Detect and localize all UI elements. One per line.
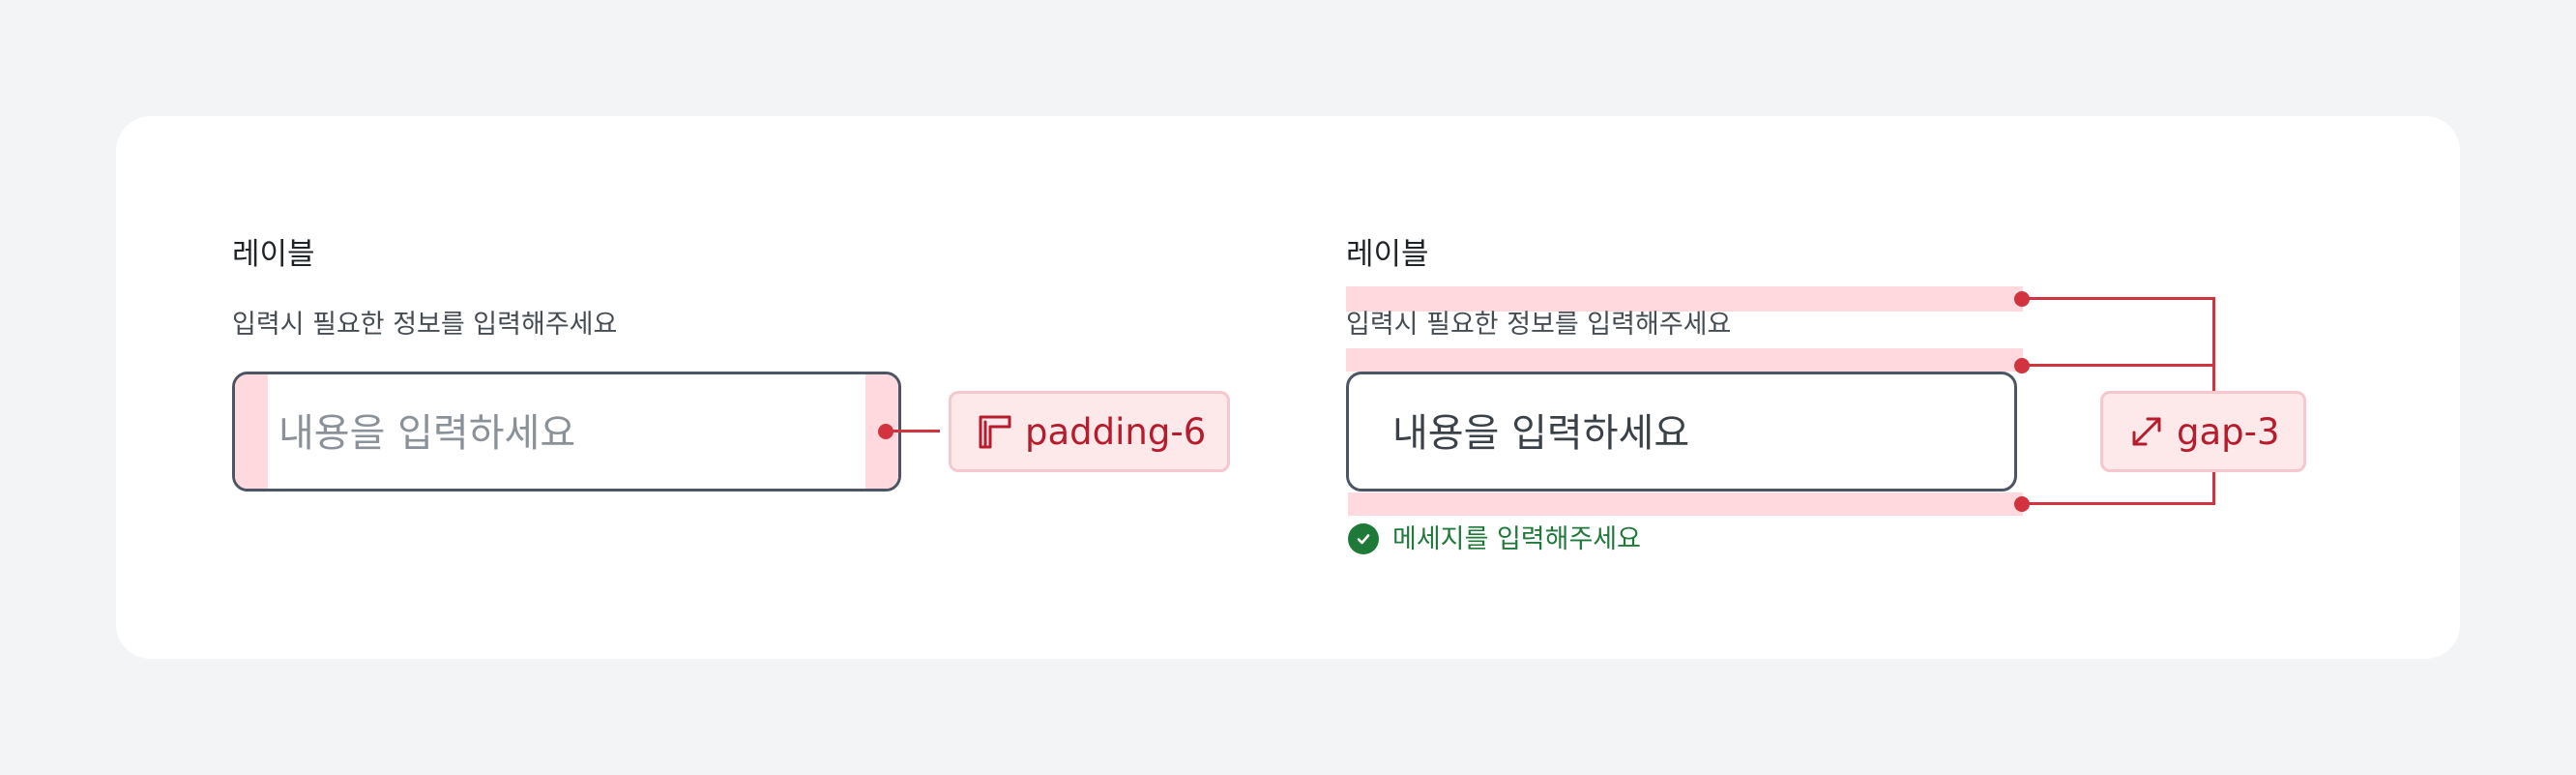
field-help-text: 입력시 필요한 정보를 입력해주세요	[1346, 310, 1732, 340]
gap-highlight-label-help	[1346, 286, 2023, 312]
annotation-connector	[2022, 502, 2215, 505]
gap-annotation-text: gap-3	[2177, 410, 2280, 453]
gap-highlight-input-message	[1348, 492, 2023, 516]
spec-card: 레이블 입력시 필요한 정보를 입력해주세요 내용을 입력하세요 padding…	[116, 116, 2460, 659]
text-input-gap-example[interactable]: 내용을 입력하세요	[1346, 372, 2017, 492]
annotation-connector	[2022, 364, 2215, 367]
padding-annotation-tag: padding-6	[949, 391, 1230, 472]
gap-highlight-help-input	[1346, 348, 2023, 372]
input-placeholder: 내용을 입력하세요	[278, 411, 576, 456]
padding-icon	[977, 413, 1013, 450]
field-message: 메세지를 입력해주세요	[1348, 523, 1641, 554]
padding-annotation-text: padding-6	[1025, 410, 1207, 453]
field-label: 레이블	[1346, 237, 1429, 272]
gap-annotation-tag: gap-3	[2100, 391, 2306, 472]
padding-left-highlight	[235, 374, 268, 489]
annotation-connector	[886, 430, 940, 432]
check-circle-icon	[1348, 523, 1379, 554]
expand-arrows-icon	[2128, 413, 2165, 450]
message-text: 메세지를 입력해주세요	[1392, 523, 1641, 554]
field-label: 레이블	[232, 237, 315, 272]
text-input-padding-example[interactable]: 내용을 입력하세요	[232, 372, 901, 492]
field-help-text: 입력시 필요한 정보를 입력해주세요	[232, 310, 618, 340]
input-value: 내용을 입력하세요	[1392, 411, 1690, 456]
annotation-connector	[2022, 297, 2215, 300]
